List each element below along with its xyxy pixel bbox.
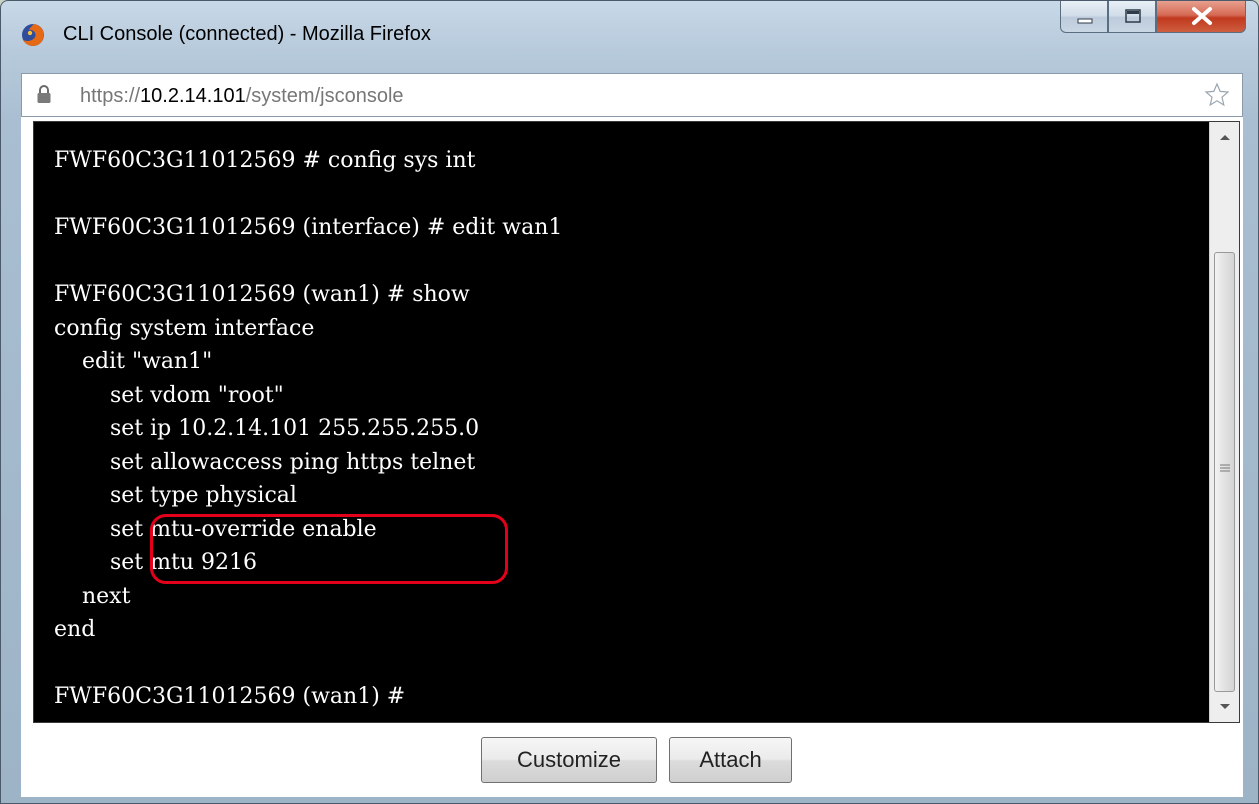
mtu-highlight-annotation	[150, 514, 508, 584]
maximize-icon	[1125, 9, 1141, 23]
scroll-thumb[interactable]	[1214, 252, 1235, 692]
console-actions: Customize Attach	[21, 737, 1243, 785]
minimize-button[interactable]	[1060, 1, 1108, 33]
grip-icon	[1220, 464, 1230, 472]
scroll-up-button[interactable]	[1210, 122, 1239, 152]
customize-button[interactable]: Customize	[481, 737, 657, 783]
close-icon	[1192, 7, 1212, 25]
console-output[interactable]: FWF60C3G11012569 # config sys int FWF60C…	[54, 144, 562, 714]
url-host: 10.2.14.101	[140, 85, 246, 107]
attach-button[interactable]: Attach	[669, 737, 792, 783]
close-button[interactable]	[1156, 1, 1246, 33]
window-controls	[1060, 1, 1246, 35]
minimize-icon	[1077, 18, 1093, 24]
browser-window: CLI Console (connected) - Mozilla Firefo…	[0, 0, 1259, 804]
page-content: FWF60C3G11012569 # config sys int FWF60C…	[21, 117, 1243, 797]
star-icon[interactable]	[1204, 82, 1230, 108]
window-title: CLI Console (connected) - Mozilla Firefo…	[63, 23, 431, 45]
url-scheme: https://	[80, 85, 141, 107]
cli-console[interactable]: FWF60C3G11012569 # config sys int FWF60C…	[33, 121, 1240, 723]
lock-icon	[37, 85, 51, 103]
arrow-up-icon	[1219, 135, 1230, 140]
scroll-down-button[interactable]	[1210, 692, 1239, 722]
console-scrollbar[interactable]	[1209, 122, 1239, 722]
title-bar[interactable]: CLI Console (connected) - Mozilla Firefo…	[1, 1, 1258, 61]
address-bar[interactable]: https://10.2.14.101/system/jsconsole	[21, 73, 1243, 117]
firefox-icon	[22, 24, 44, 46]
maximize-button[interactable]	[1108, 1, 1156, 33]
arrow-down-icon	[1219, 704, 1230, 709]
url-text[interactable]: https://10.2.14.101/system/jsconsole	[80, 85, 404, 108]
url-path: /system/jsconsole	[245, 85, 404, 107]
